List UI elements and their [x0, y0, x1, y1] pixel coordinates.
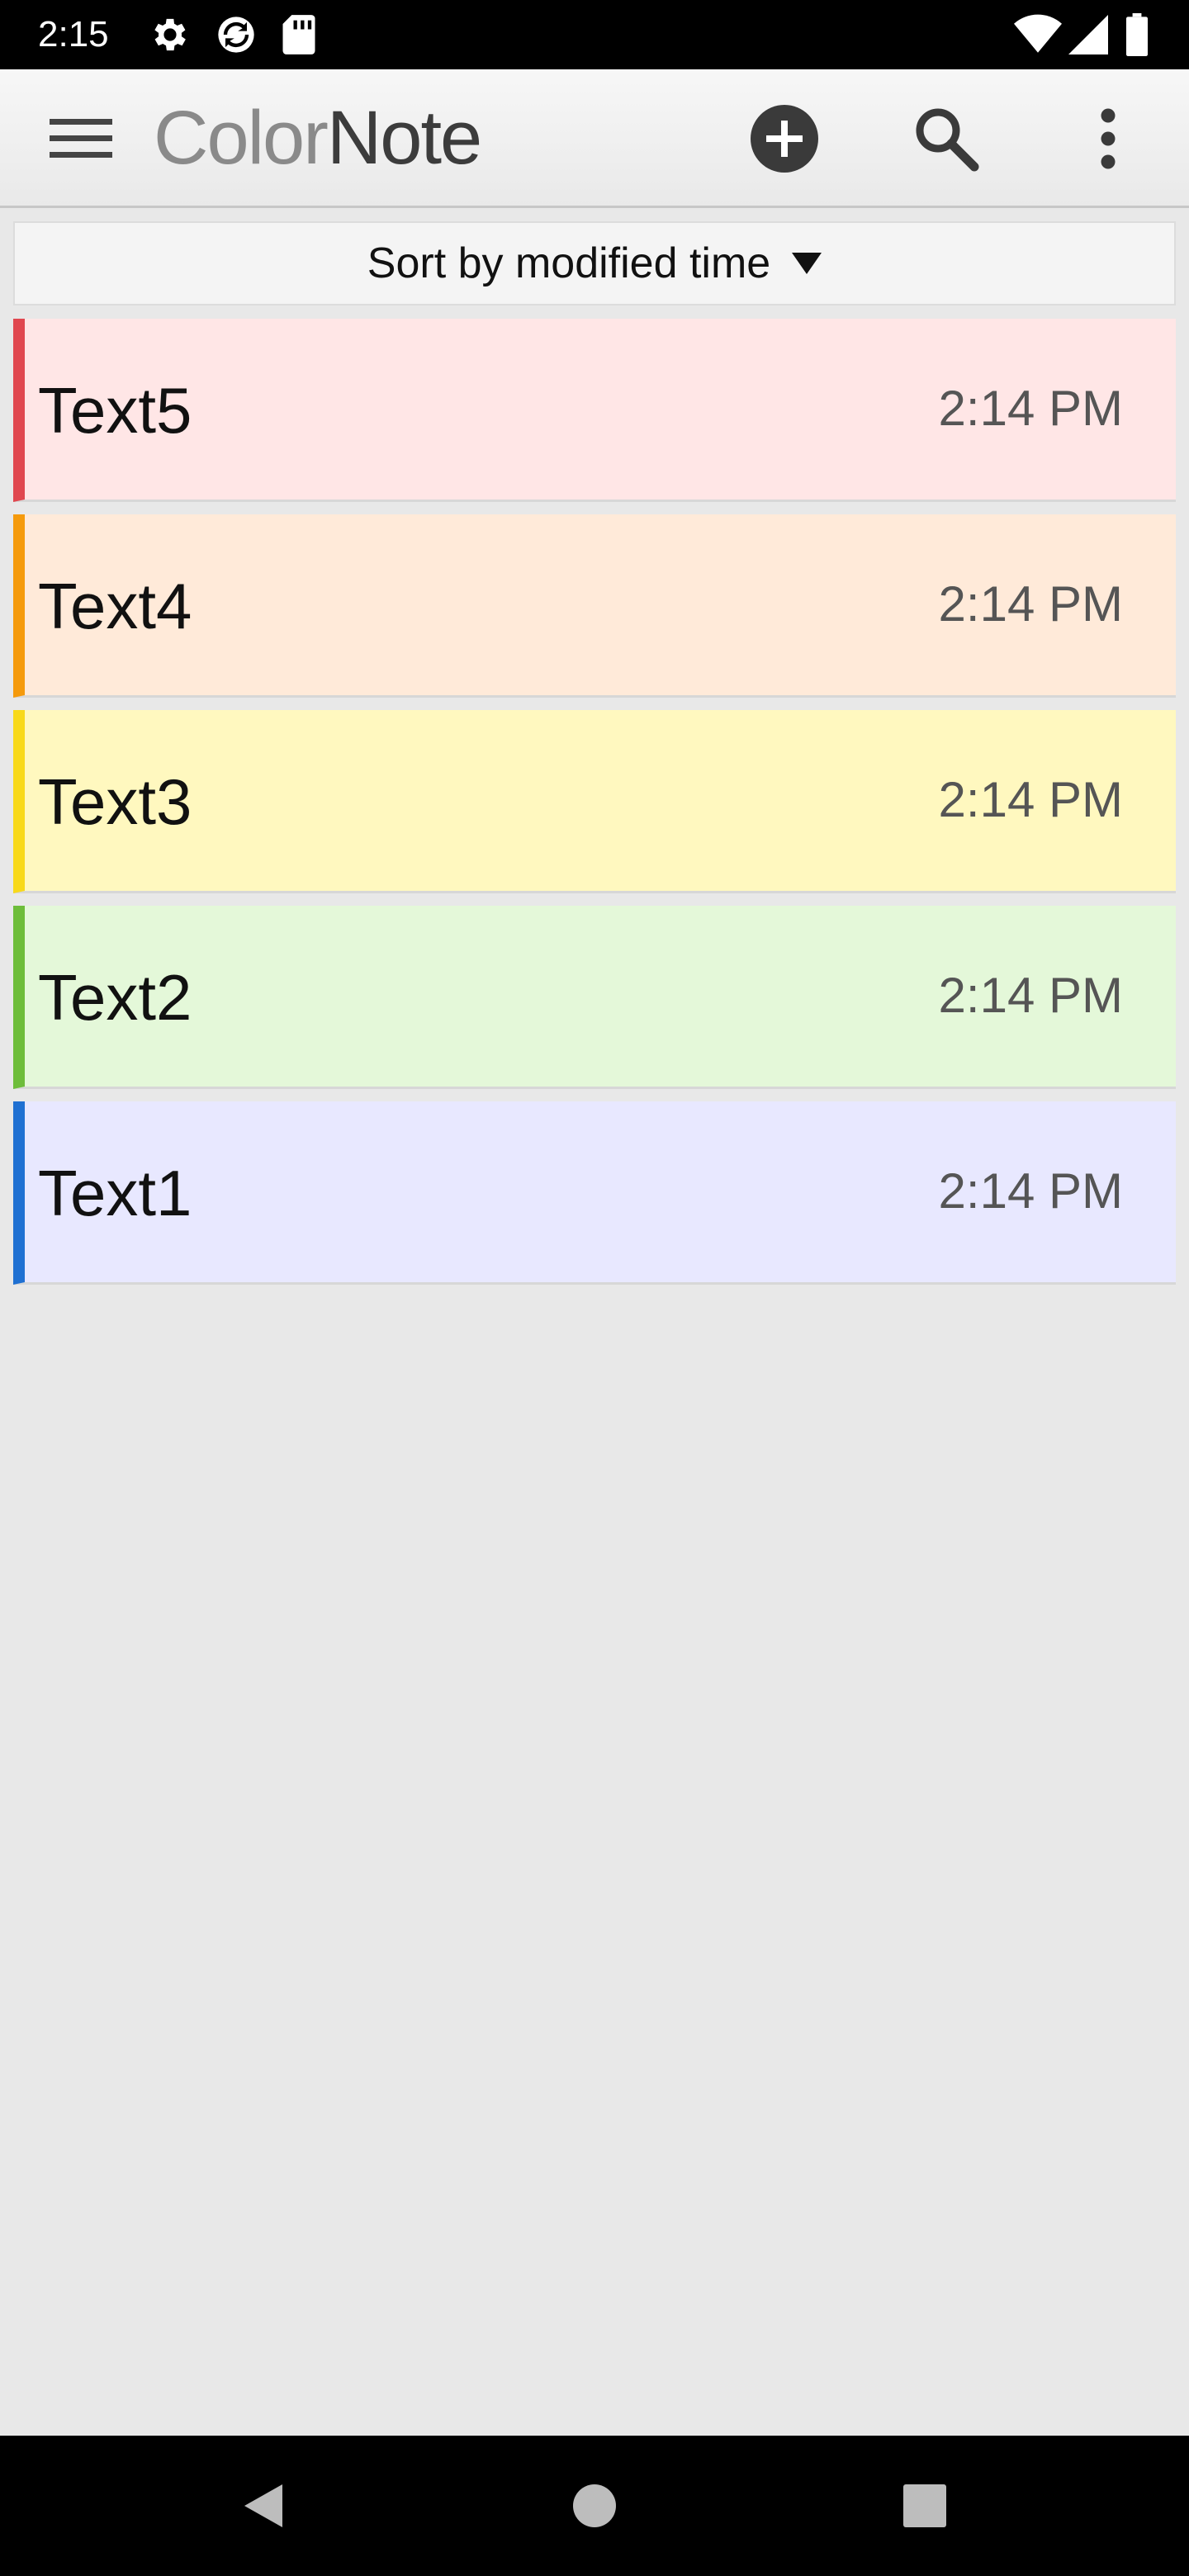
status-bar: 2:15 — [0, 0, 1189, 69]
battery-icon — [1126, 13, 1148, 56]
note-item[interactable]: Text3 2:14 PM — [13, 710, 1176, 893]
note-title: Text4 — [38, 570, 192, 642]
app-logo: ColorNote — [154, 92, 482, 183]
home-button[interactable] — [528, 2436, 661, 2576]
recents-icon — [903, 2484, 946, 2527]
sync-icon — [218, 17, 254, 53]
recents-button[interactable] — [859, 2436, 991, 2576]
search-icon — [916, 108, 979, 172]
note-title: Text2 — [38, 961, 192, 1034]
note-time: 2:14 PM — [938, 576, 1123, 632]
system-nav-bar — [0, 2436, 1189, 2576]
app-bar: ColorNote — [0, 69, 1189, 208]
note-time: 2:14 PM — [938, 381, 1123, 436]
signal-icon — [1068, 15, 1108, 54]
sort-dropdown[interactable]: Sort by modified time — [13, 221, 1176, 305]
note-title: Text1 — [38, 1157, 192, 1229]
notes-list: Text5 2:14 PM Text4 2:14 PM Text3 2:14 P… — [13, 319, 1176, 1297]
note-item[interactable]: Text2 2:14 PM — [13, 906, 1176, 1089]
back-icon — [244, 2484, 282, 2527]
add-icon — [751, 105, 818, 173]
home-icon — [573, 2484, 616, 2527]
note-item[interactable]: Text1 2:14 PM — [13, 1101, 1176, 1285]
add-note-button[interactable] — [743, 97, 826, 180]
search-button[interactable] — [905, 97, 988, 180]
note-time: 2:14 PM — [938, 968, 1123, 1023]
more-options-button[interactable] — [1073, 97, 1143, 180]
app-logo-color: Color — [154, 96, 329, 180]
note-title: Text5 — [38, 374, 192, 447]
app-logo-note: Note — [326, 96, 482, 180]
menu-icon — [50, 119, 112, 158]
note-title: Text3 — [38, 765, 192, 838]
note-item[interactable]: Text5 2:14 PM — [13, 319, 1176, 502]
settings-icon — [154, 18, 186, 51]
sd-card-icon — [282, 15, 315, 54]
note-time: 2:14 PM — [938, 1163, 1123, 1219]
note-item[interactable]: Text4 2:14 PM — [13, 514, 1176, 698]
wifi-icon — [1014, 14, 1062, 53]
back-button[interactable] — [197, 2436, 329, 2576]
status-time: 2:15 — [38, 14, 109, 54]
dropdown-arrow-icon — [792, 253, 822, 274]
note-time: 2:14 PM — [938, 772, 1123, 827]
sort-label: Sort by modified time — [367, 239, 771, 287]
menu-button[interactable] — [31, 97, 130, 180]
more-vert-icon — [1101, 108, 1116, 169]
